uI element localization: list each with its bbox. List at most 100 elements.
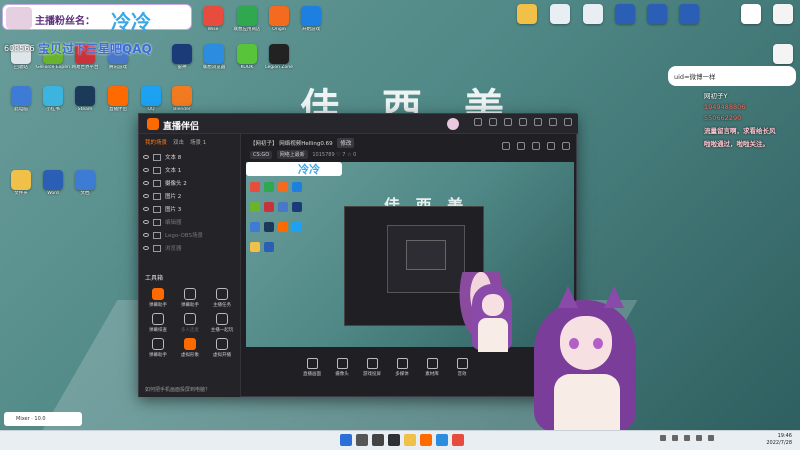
desktop-icon-word2[interactable] — [640, 4, 674, 24]
taskbar-widget[interactable]: Mixer · 10.0 — [4, 412, 82, 426]
tool-icon — [216, 313, 228, 325]
task-view-icon[interactable] — [372, 434, 384, 446]
bottom-toolbar-button[interactable]: 摄像头 — [332, 358, 352, 377]
toolbox-item[interactable]: 虚拟开播 — [207, 338, 237, 358]
desktop-icon[interactable]: 联想浏览器 — [197, 44, 231, 71]
source-item[interactable]: Lego-OBS场景 — [143, 229, 236, 241]
eye-icon[interactable] — [143, 246, 149, 250]
eye-icon[interactable] — [143, 181, 149, 185]
bottom-toolbar-button[interactable]: 直播画面 — [302, 358, 322, 377]
close-icon[interactable] — [564, 118, 572, 126]
shirt-icon[interactable] — [489, 118, 497, 126]
desktop-icon[interactable]: 直播伴侣 — [101, 86, 135, 113]
bottom-toolbar-button[interactable]: 素材库 — [422, 358, 442, 377]
toolbox-item[interactable]: 主播任务 — [207, 288, 237, 308]
source-item[interactable]: 图片 2 — [143, 190, 236, 202]
live-companion-icon[interactable] — [420, 434, 432, 446]
edit-title-button[interactable]: 修改 — [337, 138, 355, 148]
toolbox-item[interactable]: 主播一起玩 — [207, 313, 237, 333]
app-icon — [108, 86, 128, 106]
file-explorer-icon[interactable] — [404, 434, 416, 446]
grid-icon[interactable] — [532, 142, 540, 150]
desktop-icon[interactable]: 文档 — [68, 170, 102, 197]
search-icon[interactable] — [356, 434, 368, 446]
network-icon[interactable] — [696, 435, 702, 441]
maximize-icon[interactable] — [549, 118, 557, 126]
folder-icon — [517, 4, 537, 24]
system-tray — [660, 435, 714, 441]
desktop-icon[interactable]: 小红书 — [36, 86, 70, 113]
tab-my-scenes[interactable]: 我的场景 — [145, 138, 167, 146]
minimize-icon[interactable] — [534, 118, 542, 126]
eye-icon[interactable] — [143, 194, 149, 198]
tab-double[interactable]: 双击 — [173, 138, 184, 146]
tab-scene-1[interactable]: 场景 1 — [190, 138, 206, 146]
toolbox-item[interactable]: 虚拟形象 — [175, 338, 205, 358]
desktop-icon[interactable]: Steam — [68, 86, 102, 113]
bottom-toolbar-button[interactable]: 游戏投屏 — [362, 358, 382, 377]
source-item[interactable]: 文本 1 — [143, 164, 236, 176]
desktop-icon[interactable]: Blender — [165, 86, 199, 113]
eye-icon[interactable] — [143, 220, 149, 224]
tray-icon[interactable] — [684, 435, 690, 441]
mail-icon[interactable] — [504, 118, 512, 126]
browser-icon[interactable] — [436, 434, 448, 446]
desktop-icon[interactable]: Wise — [196, 6, 230, 33]
tag-chip[interactable]: 网络上最新 — [276, 150, 308, 159]
export-icon[interactable] — [562, 142, 570, 150]
app-icon[interactable] — [452, 434, 464, 446]
eye-icon[interactable] — [143, 233, 149, 237]
eye-icon[interactable] — [143, 155, 149, 159]
toolbox-item[interactable]: 弹幕排查 — [143, 313, 173, 333]
bottom-toolbar-button[interactable]: 音效 — [452, 358, 472, 377]
user-avatar[interactable] — [447, 118, 459, 130]
bottom-toolbar-button[interactable]: 多媒体 — [392, 358, 412, 377]
app-icon — [43, 170, 63, 190]
toolbox-item[interactable]: 弹幕助手 — [175, 288, 205, 308]
eye-icon[interactable] — [143, 207, 149, 211]
desktop-icon-folder[interactable] — [510, 4, 544, 24]
headset-icon[interactable] — [474, 118, 482, 126]
source-item[interactable]: 文本 8 — [143, 151, 236, 163]
desktop-icon[interactable]: 联想应用商店 — [230, 6, 264, 33]
desktop-icon-media[interactable] — [734, 4, 768, 24]
desktop-icon[interactable]: 雷神 — [165, 44, 199, 71]
desktop-icon[interactable]: Word — [36, 170, 70, 197]
share-icon[interactable] — [502, 142, 510, 150]
help-link[interactable]: 如何把手机画面投屏到电脑？ — [145, 386, 210, 393]
desktop-icon-word3[interactable] — [672, 4, 706, 24]
desktop-icon[interactable]: 开始游戏 — [294, 6, 328, 33]
tool-icon — [216, 288, 228, 300]
category-chip[interactable]: CS:GO — [250, 151, 273, 159]
toolbox-item[interactable]: 弹幕助手 — [143, 338, 173, 358]
source-item[interactable]: 图片 3 — [143, 203, 236, 215]
desktop-icon-word1[interactable] — [608, 4, 642, 24]
source-item[interactable]: 浏览器 — [143, 242, 236, 254]
source-item[interactable]: 编辑器 — [143, 216, 236, 228]
desktop-icon[interactable]: Origin — [262, 6, 296, 33]
settings-icon[interactable] — [547, 142, 555, 150]
desktop-icon-doc2[interactable] — [576, 4, 610, 24]
desktop-icon[interactable]: QQ — [134, 86, 168, 113]
social-card: uid≈微博一样 — [668, 66, 796, 86]
tray-icon[interactable] — [660, 435, 666, 441]
source-item[interactable]: 摄像头 2 — [143, 177, 236, 189]
toolbox-item[interactable]: 多人连麦 — [175, 313, 205, 333]
desktop-icon-file[interactable] — [766, 44, 800, 64]
taskbar-clock[interactable]: 19:46 2022/7/28 — [766, 433, 792, 447]
desktop-icon[interactable]: KOOK — [230, 44, 264, 71]
obs-icon[interactable] — [388, 434, 400, 446]
windows-start-icon[interactable] — [340, 434, 352, 446]
menu-icon[interactable] — [519, 118, 527, 126]
stream-preview[interactable]: 冷冷 佳 酉 美 — [246, 162, 574, 347]
tray-icon[interactable] — [672, 435, 678, 441]
desktop-icon-text[interactable] — [766, 4, 800, 24]
desktop-icon[interactable]: 此电脑 — [4, 86, 38, 113]
layout-icon[interactable] — [517, 142, 525, 150]
desktop-icon[interactable]: Legion Zone — [262, 44, 296, 71]
toolbox-item[interactable]: 弹幕助手 — [143, 288, 173, 308]
eye-icon[interactable] — [143, 168, 149, 172]
desktop-icon[interactable]: 文件夹 — [4, 170, 38, 197]
desktop-icon-doc1[interactable] — [543, 4, 577, 24]
volume-icon[interactable] — [708, 435, 714, 441]
